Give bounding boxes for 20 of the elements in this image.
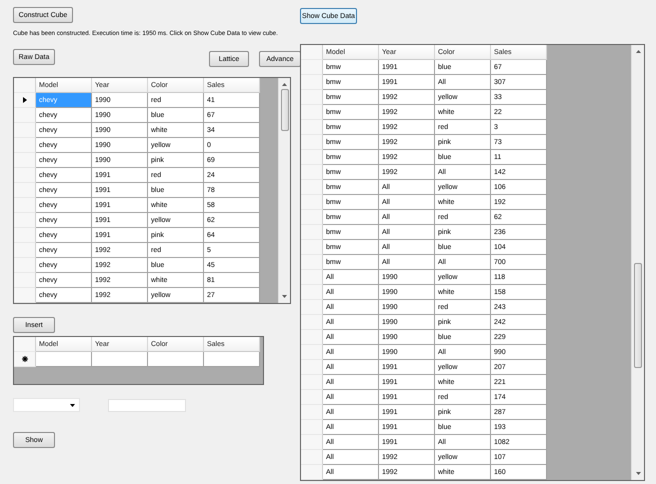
scroll-thumb[interactable] [634, 263, 642, 368]
text-field[interactable] [108, 398, 186, 412]
row-header[interactable] [14, 352, 36, 367]
corner-header[interactable] [301, 45, 323, 60]
new-row-icon [22, 356, 28, 362]
table-cell[interactable] [92, 352, 148, 367]
current-row-icon [22, 97, 26, 103]
scrollbar[interactable] [278, 78, 290, 303]
row-header[interactable] [14, 93, 36, 108]
table-cell[interactable] [148, 352, 204, 367]
table-cell[interactable] [204, 352, 260, 367]
scroll-up-icon [282, 83, 287, 86]
dropdown-arrow-icon [70, 404, 75, 406]
scroll-thumb[interactable] [280, 89, 288, 131]
scroll-down-icon [282, 295, 287, 298]
table-cell[interactable] [36, 352, 92, 367]
scrollbar[interactable] [631, 45, 644, 480]
scroll-down-icon [636, 472, 640, 475]
scroll-up-icon [636, 50, 640, 53]
dropdown[interactable] [13, 398, 80, 412]
